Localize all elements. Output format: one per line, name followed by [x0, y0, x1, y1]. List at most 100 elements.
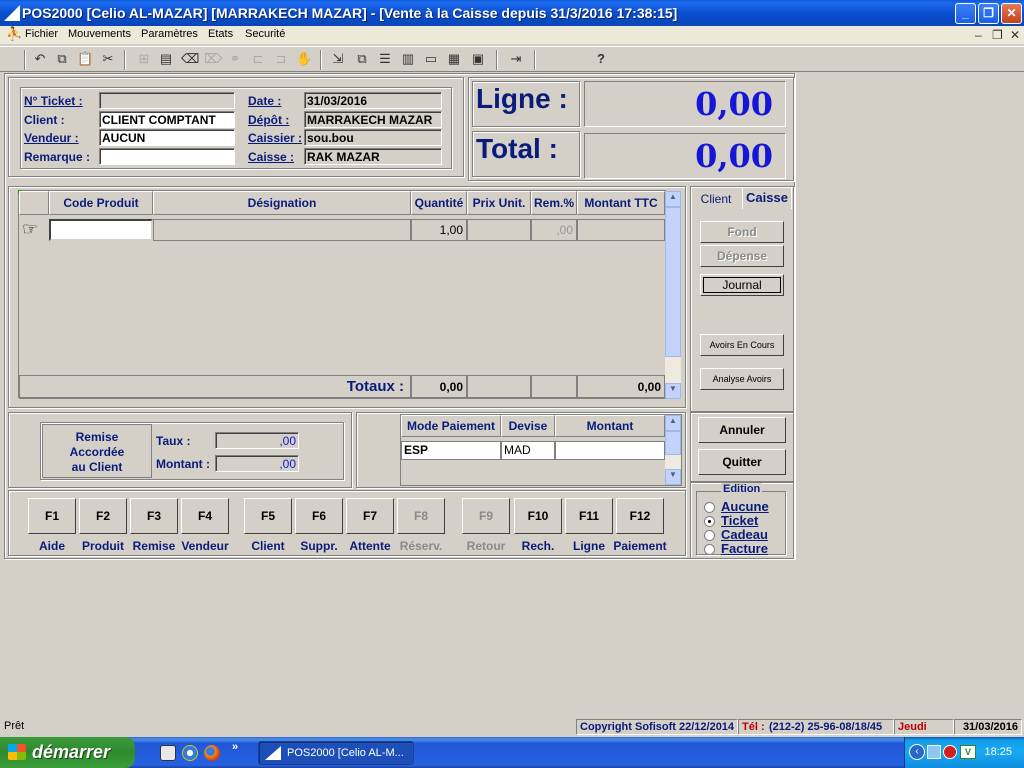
- title-bar[interactable]: POS2000 [Celio AL-MAZAR] [MARRAKECH MAZA…: [0, 0, 1024, 26]
- edition-option-facture[interactable]: Facture: [721, 541, 768, 556]
- caisse-field[interactable]: RAK MAZAR: [304, 148, 442, 165]
- payment-scrollbar[interactable]: ▲ ▼: [665, 415, 681, 485]
- payment-scroll-thumb[interactable]: [665, 431, 681, 455]
- taskbar-pos2000-button[interactable]: POS2000 [Celio AL-M...: [258, 741, 414, 765]
- edition-option-aucune[interactable]: Aucune: [721, 499, 769, 514]
- ticket-number-field[interactable]: [99, 92, 235, 109]
- edition-option-cadeau[interactable]: Cadeau: [721, 527, 768, 542]
- edition-radio-aucune[interactable]: [704, 502, 715, 513]
- fkey-f1-button[interactable]: F1: [28, 498, 76, 534]
- tab-client[interactable]: Client: [692, 189, 740, 209]
- payment-devise-cell[interactable]: MAD: [501, 441, 555, 460]
- cols-icon[interactable]: ▥: [400, 51, 416, 67]
- copy-icon[interactable]: ⧉: [54, 51, 70, 67]
- menu-securite[interactable]: Securité: [245, 28, 285, 40]
- vendeur-label[interactable]: Vendeur :: [24, 131, 79, 145]
- security-alert-icon[interactable]: [943, 745, 957, 759]
- scroll-up-button[interactable]: ▲: [665, 191, 681, 207]
- fkey-f2-button[interactable]: F2: [79, 498, 127, 534]
- header-montant-ttc[interactable]: Montant TTC: [577, 191, 665, 215]
- quicklaunch-chevron[interactable]: »: [232, 741, 238, 753]
- row-remise[interactable]: ,00: [531, 219, 577, 241]
- tray-expand-icon[interactable]: ‹: [909, 744, 925, 760]
- header-montant[interactable]: Montant: [555, 415, 665, 437]
- row-designation[interactable]: [153, 219, 411, 241]
- fkey-f11-button[interactable]: F11: [565, 498, 613, 534]
- edition-radio-facture[interactable]: [704, 544, 715, 555]
- vendeur-field[interactable]: AUCUN: [99, 129, 235, 146]
- row-quantite[interactable]: 1,00: [411, 219, 467, 241]
- fkey-f5-button[interactable]: F5: [244, 498, 292, 534]
- undo-icon[interactable]: ↶: [32, 51, 48, 67]
- start-button[interactable]: démarrer: [0, 737, 135, 768]
- close-button[interactable]: ✕: [1001, 3, 1022, 24]
- scroll-down-button[interactable]: ▼: [665, 383, 681, 399]
- payment-mode-cell[interactable]: ESP: [401, 441, 501, 460]
- header-quantite[interactable]: Quantité: [411, 191, 467, 215]
- header-designation[interactable]: Désignation: [153, 191, 411, 215]
- mdi-minimize-button[interactable]: –: [975, 28, 982, 42]
- analyse-avoirs-button[interactable]: Analyse Avoirs: [700, 368, 784, 390]
- client-field[interactable]: CLIENT COMPTANT: [99, 111, 235, 128]
- show-desktop-icon[interactable]: [160, 745, 176, 761]
- firefox-icon[interactable]: [204, 745, 220, 761]
- header-mode-paiement[interactable]: Mode Paiement: [401, 415, 501, 437]
- calc-icon[interactable]: ▣: [470, 51, 486, 67]
- montant-remise-field[interactable]: ,00: [215, 455, 299, 472]
- payment-scroll-down[interactable]: ▼: [665, 469, 681, 485]
- header-devise[interactable]: Devise: [501, 415, 555, 437]
- media-player-icon[interactable]: [182, 745, 198, 761]
- menu-etats[interactable]: Etats: [208, 28, 233, 40]
- fkey-f8-button[interactable]: F8: [397, 498, 445, 534]
- fkey-f12-button[interactable]: F12: [616, 498, 664, 534]
- exit-icon[interactable]: ⇥: [508, 51, 524, 67]
- journal-button[interactable]: Journal: [700, 274, 784, 296]
- window-icon[interactable]: ▭: [423, 51, 439, 67]
- menu-fichier[interactable]: Fichier: [25, 28, 58, 40]
- header-code-produit[interactable]: Code Produit: [49, 191, 153, 215]
- edition-option-ticket[interactable]: Ticket: [721, 513, 758, 528]
- depot-field[interactable]: MARRAKECH MAZAR: [304, 111, 442, 128]
- depense-button[interactable]: Dépense: [700, 245, 784, 267]
- paste-icon[interactable]: 📋: [77, 51, 93, 67]
- remarque-field[interactable]: [99, 148, 235, 165]
- help-icon[interactable]: ?: [593, 51, 609, 67]
- tile-icon[interactable]: ⧉: [354, 51, 370, 67]
- fkey-f4-button[interactable]: F4: [181, 498, 229, 534]
- fond-button[interactable]: Fond: [700, 221, 784, 243]
- fkey-f9-button[interactable]: F9: [462, 498, 510, 534]
- row-code-produit[interactable]: [49, 219, 153, 241]
- minimize-button[interactable]: _: [955, 3, 976, 24]
- edition-radio-ticket[interactable]: [704, 516, 715, 527]
- header-remise[interactable]: Rem.%: [531, 191, 577, 215]
- payment-scroll-up[interactable]: ▲: [665, 415, 681, 431]
- maximize-button[interactable]: ❐: [978, 3, 999, 24]
- avoirs-en-cours-button[interactable]: Avoirs En Cours: [700, 334, 784, 356]
- link-icon[interactable]: ⚭: [227, 51, 243, 67]
- antivirus-icon[interactable]: V: [960, 745, 976, 759]
- scroll-thumb[interactable]: [665, 207, 681, 357]
- clear-icon[interactable]: ⌦: [204, 51, 222, 67]
- fkey-f6-button[interactable]: F6: [295, 498, 343, 534]
- menu-mouvements[interactable]: Mouvements: [68, 28, 131, 40]
- rows-icon[interactable]: ☰: [377, 51, 393, 67]
- export-icon[interactable]: ⇲: [330, 51, 346, 67]
- grid-icon[interactable]: ▦: [446, 51, 462, 67]
- taux-field[interactable]: ,00: [215, 432, 299, 449]
- date-field[interactable]: 31/03/2016: [304, 92, 442, 109]
- payment-montant-cell[interactable]: [555, 441, 665, 460]
- row-montant-ttc[interactable]: [577, 219, 665, 241]
- fkey-f7-button[interactable]: F7: [346, 498, 394, 534]
- link2-icon[interactable]: ⊏: [250, 51, 266, 67]
- network-icon[interactable]: [927, 745, 941, 759]
- eraser-icon[interactable]: ⌫: [181, 51, 199, 67]
- edition-radio-cadeau[interactable]: [704, 530, 715, 541]
- fkey-f3-button[interactable]: F3: [130, 498, 178, 534]
- grid-scrollbar[interactable]: ▲ ▼: [665, 191, 681, 399]
- link3-icon[interactable]: ⊐: [273, 51, 289, 67]
- annuler-button[interactable]: Annuler: [698, 417, 786, 443]
- caissier-field[interactable]: sou.bou: [304, 129, 442, 146]
- mdi-restore-button[interactable]: ❐: [992, 28, 1003, 42]
- menu-parametres[interactable]: Paramètres: [141, 28, 198, 40]
- delete-row-icon[interactable]: ▤: [158, 51, 174, 67]
